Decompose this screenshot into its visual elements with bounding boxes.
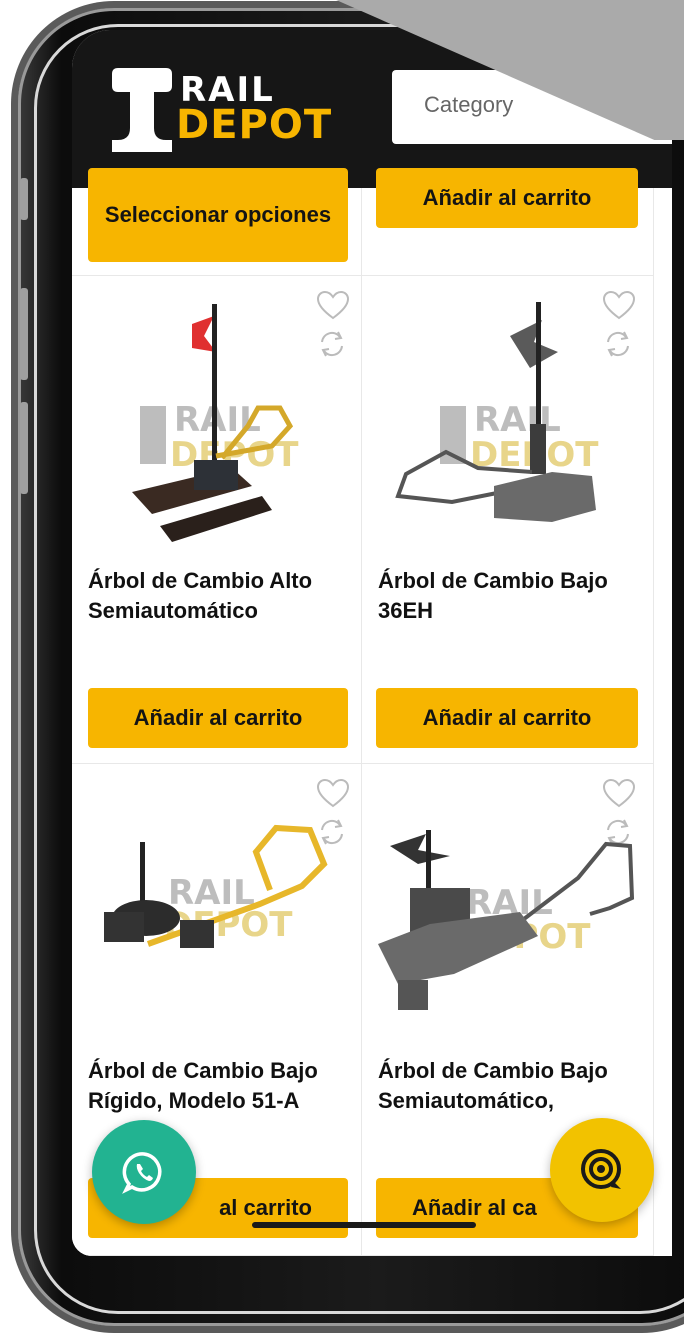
volume-down-button xyxy=(20,402,28,494)
product-title[interactable]: Árbol de Cambio Bajo 36EH xyxy=(378,566,644,626)
rail-depot-logo[interactable]: RAIL DEPOT xyxy=(110,62,340,152)
live-chat-button[interactable] xyxy=(550,1118,654,1222)
volume-up-button xyxy=(20,288,28,380)
add-to-cart-button[interactable]: Añadir al carrito xyxy=(376,688,638,748)
add-to-cart-button[interactable]: Añadir al carrito xyxy=(88,688,348,748)
phone-mockup: RAIL DEPOT Category Seleccionar opciones… xyxy=(0,0,684,1336)
product-title[interactable]: Árbol de Cambio Bajo Semiautomático, xyxy=(378,1056,644,1116)
product-card: RAIL DEPOT Árbol de Cambio Bajo 36EH Aña… xyxy=(362,276,654,764)
whatsapp-icon xyxy=(122,1152,162,1194)
product-title[interactable]: Árbol de Cambio Bajo Rígido, Modelo 51-A xyxy=(88,1056,354,1116)
home-indicator xyxy=(252,1222,476,1228)
mute-switch xyxy=(20,178,28,220)
whatsapp-button[interactable] xyxy=(92,1120,196,1224)
watermark-text: RAIL xyxy=(174,400,261,440)
product-image[interactable]: RAIL DEPOT xyxy=(370,804,640,1034)
product-grid: Seleccionar opciones Añadir al carrito R… xyxy=(72,168,672,1256)
product-card: RAIL DEPOT Árbol de Cambio Alto Semiauto… xyxy=(72,276,362,764)
product-image[interactable]: RAIL DEPOT xyxy=(88,804,358,1014)
product-title[interactable]: Árbol de Cambio Alto Semiautomático xyxy=(88,566,354,626)
add-to-cart-button[interactable]: Añadir al carrito xyxy=(376,168,638,228)
phone-screen: RAIL DEPOT Category Seleccionar opciones… xyxy=(72,30,672,1256)
product-image[interactable]: RAIL DEPOT xyxy=(112,296,342,546)
rail-logo-icon xyxy=(112,68,172,152)
product-card: Añadir al carrito xyxy=(362,168,654,276)
logo-depot-text: DEPOT xyxy=(176,102,333,148)
product-card: Seleccionar opciones xyxy=(72,168,362,276)
chat-bubble-icon xyxy=(581,1149,621,1189)
select-options-button[interactable]: Seleccionar opciones xyxy=(88,168,348,262)
category-placeholder: Category xyxy=(424,92,514,117)
product-image[interactable]: RAIL DEPOT xyxy=(382,296,632,546)
watermark-text: RAIL xyxy=(474,400,561,440)
